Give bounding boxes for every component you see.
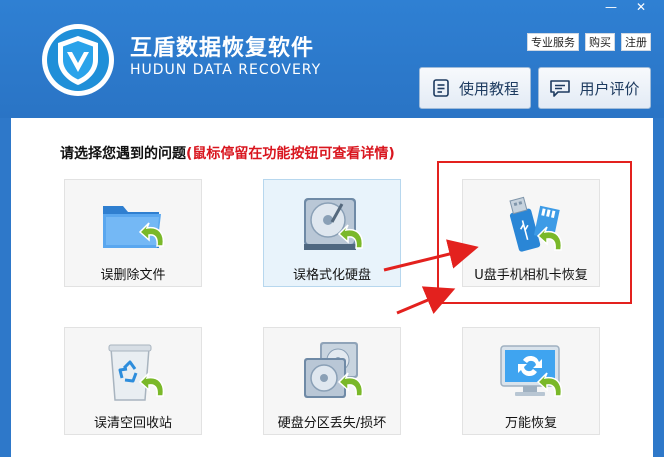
top-links: 专业服务 购买 注册 bbox=[527, 33, 651, 51]
prompt-hint: (鼠标停留在功能按钮可查看详情) bbox=[186, 146, 395, 162]
card-label: 误清空回收站 bbox=[93, 416, 172, 431]
register-link[interactable]: 注册 bbox=[621, 33, 651, 51]
recycle-bin-restore-icon bbox=[108, 344, 165, 401]
title-bar: 互盾数据恢复软件 HUDUN DATA RECOVERY — ✕ 专业服务 购买… bbox=[0, 0, 664, 118]
card-label: 误删除文件 bbox=[100, 268, 166, 283]
document-icon bbox=[433, 79, 449, 97]
card-label: 万能恢复 bbox=[504, 416, 557, 431]
annotation-highlight-box bbox=[437, 161, 632, 304]
minimize-button[interactable]: — bbox=[600, 0, 622, 16]
prompt-main: 请选择您遇到的问题 bbox=[60, 146, 186, 162]
review-label: 用户评价 bbox=[579, 79, 640, 98]
card-label: 硬盘分区丢失/损坏 bbox=[277, 416, 387, 431]
harddisk-restore-icon bbox=[304, 198, 364, 250]
card-label: 误格式化硬盘 bbox=[292, 268, 371, 283]
prompt-text: 请选择您遇到的问题(鼠标停留在功能按钮可查看详情) bbox=[60, 143, 395, 163]
card-universal-recovery[interactable]: 万能恢复 bbox=[462, 327, 600, 435]
card-deleted-files[interactable]: 误删除文件 bbox=[64, 179, 202, 287]
partition-restore-icon bbox=[304, 342, 364, 398]
buy-link[interactable]: 购买 bbox=[585, 33, 615, 51]
app-subtitle: HUDUN DATA RECOVERY bbox=[130, 62, 322, 78]
monitor-restore-icon bbox=[500, 345, 563, 397]
card-emptied-recycle-bin[interactable]: 误清空回收站 bbox=[64, 327, 202, 435]
card-partition-lost[interactable]: 硬盘分区丢失/损坏 bbox=[263, 327, 401, 435]
comment-icon bbox=[550, 80, 571, 97]
user-review-button[interactable]: 用户评价 bbox=[538, 67, 651, 109]
tutorial-label: 使用教程 bbox=[458, 79, 519, 98]
app-title: 互盾数据恢复软件 bbox=[130, 36, 315, 61]
card-formatted-disk[interactable]: 误格式化硬盘 bbox=[263, 179, 401, 287]
pro-service-link[interactable]: 专业服务 bbox=[527, 33, 579, 51]
shield-logo-icon bbox=[42, 24, 114, 96]
folder-restore-icon bbox=[103, 206, 165, 248]
tutorial-button[interactable]: 使用教程 bbox=[419, 67, 531, 109]
close-button[interactable]: ✕ bbox=[630, 0, 652, 16]
